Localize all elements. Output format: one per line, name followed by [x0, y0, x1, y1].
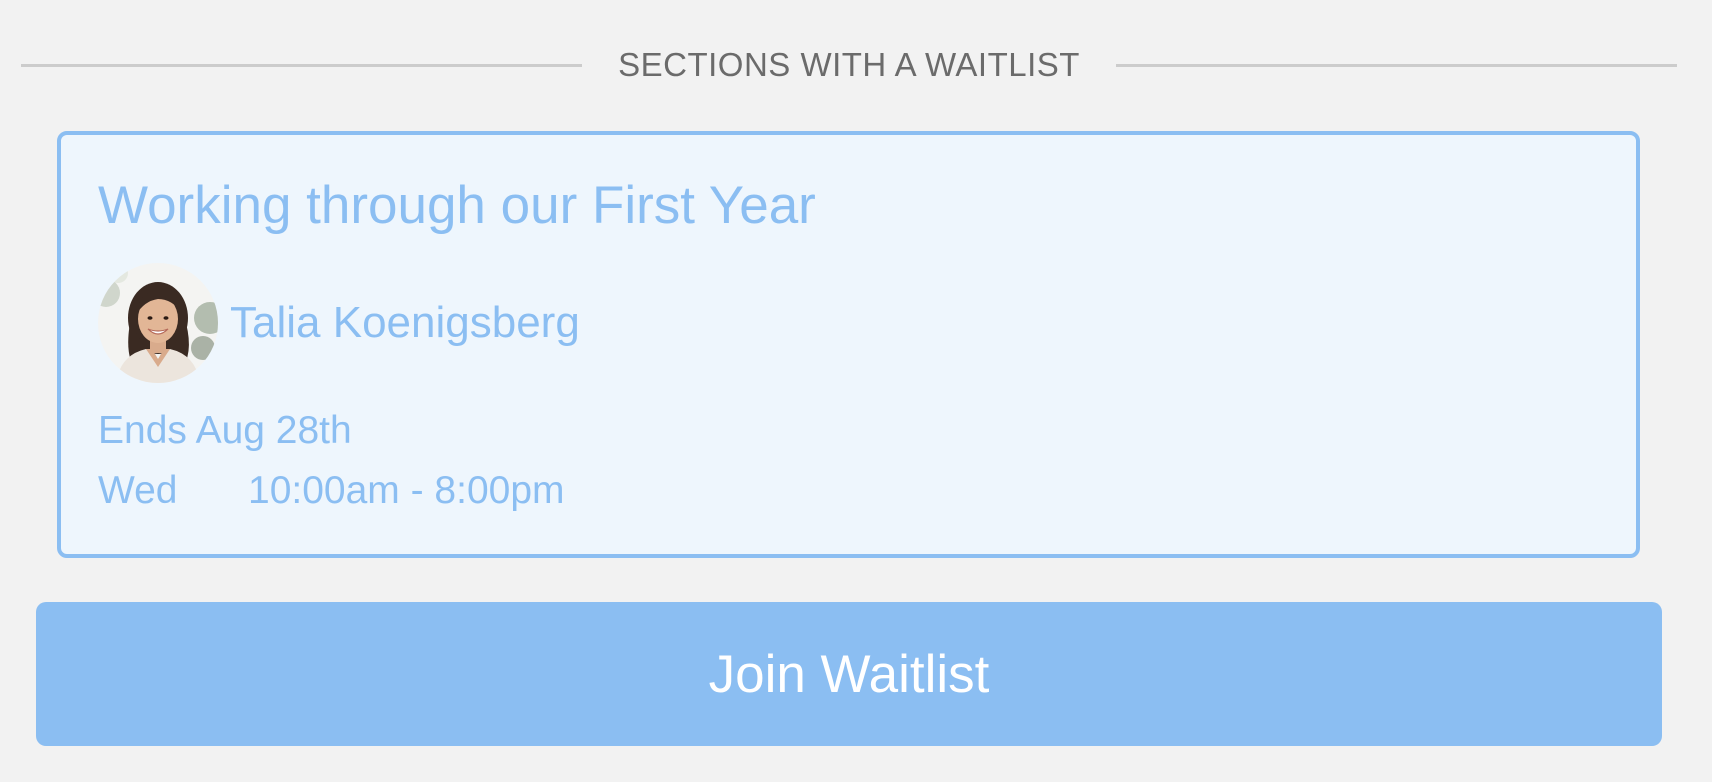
section-heading: SECTIONS WITH A WAITLIST [618, 46, 1080, 83]
schedule-time: 10:00am - 8:00pm [248, 469, 565, 512]
section-divider: SECTIONS WITH A WAITLIST [21, 40, 1678, 90]
divider-line-right [1115, 63, 1678, 67]
end-date: Ends Aug 28th [98, 409, 352, 452]
page: SECTIONS WITH A WAITLIST Working through… [0, 0, 1712, 782]
section-card[interactable]: Working through our First Year Talia Koe… [57, 131, 1640, 558]
schedule: Wed 10:00am - 8:00pm [98, 471, 565, 510]
join-waitlist-button[interactable]: Join Waitlist [36, 602, 1662, 746]
instructor-name: Talia Koenigsberg [230, 298, 580, 347]
instructor-photo-icon [98, 263, 218, 383]
instructor: Talia Koenigsberg [98, 263, 580, 383]
section-title: Working through our First Year [98, 176, 816, 235]
avatar [98, 263, 218, 383]
schedule-day: Wed [98, 469, 178, 512]
divider-line-left [21, 63, 583, 67]
